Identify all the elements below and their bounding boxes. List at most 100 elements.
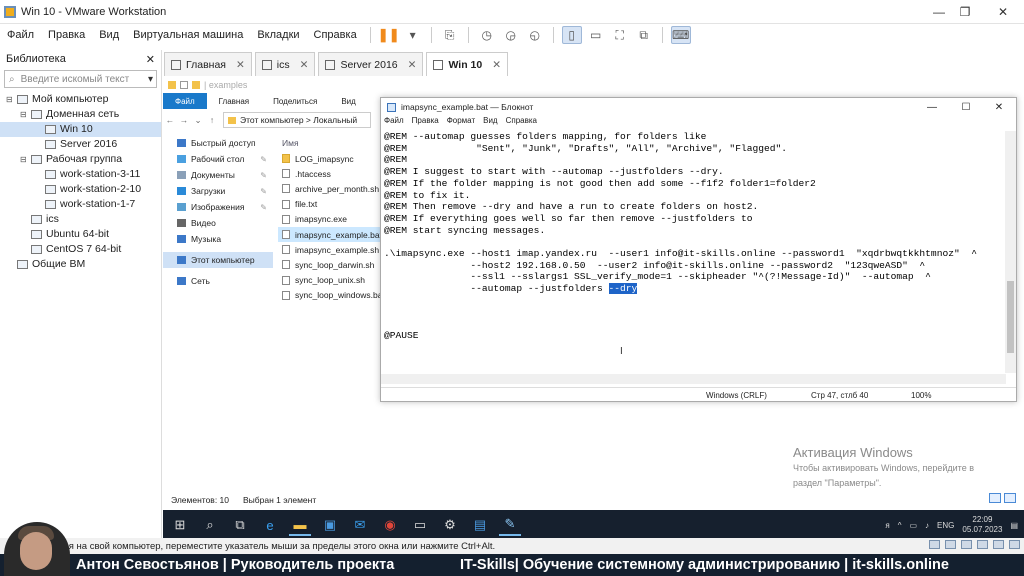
library-search-input[interactable]: ⌕ Введите искомый текст ▾	[4, 70, 157, 88]
library-close-icon[interactable]: ✕	[146, 53, 155, 66]
dropdown-arrow-icon[interactable]: ▾	[403, 26, 423, 44]
search-dropdown-icon[interactable]: ▾	[148, 74, 153, 85]
recent-dropdown-icon[interactable]: ⌄	[191, 115, 205, 126]
hdd-icon[interactable]	[929, 540, 940, 549]
unity-icon[interactable]: ⧉	[634, 26, 654, 44]
maximize-button[interactable]: ❐	[948, 0, 982, 24]
pin-icon[interactable]: ✎	[260, 203, 267, 212]
tree-node[interactable]: Server 2016	[0, 137, 161, 152]
thumbnail-view-icon[interactable]: ▭	[586, 26, 606, 44]
tree-node[interactable]: ⊟ Мой компьютер	[0, 92, 161, 107]
send-ctrl-alt-del-icon[interactable]: ⎘	[440, 26, 460, 44]
menu-vm[interactable]: Виртуальная машина	[126, 29, 250, 41]
file-row[interactable]: sync_loop_darwin.sh	[278, 257, 388, 272]
file-row[interactable]: .htaccess	[278, 166, 388, 181]
snapshot-manager-icon[interactable]: ◵	[525, 26, 545, 44]
nav-item[interactable]: Рабочий стол ✎	[163, 151, 273, 167]
back-arrow-icon[interactable]: ←	[163, 115, 177, 125]
notepad-text-area[interactable]: @REM --automap guesses folders mapping, …	[384, 131, 1000, 373]
expander-icon[interactable]: ⊟	[20, 152, 29, 167]
tray-chevron-icon[interactable]: ^	[898, 521, 902, 530]
ime-icon[interactable]: ᴙ	[885, 521, 889, 530]
settings-gear-icon[interactable]: ⚙	[439, 514, 461, 536]
pin-icon[interactable]: ✎	[260, 187, 267, 196]
nav-item[interactable]: Этот компьютер	[163, 252, 273, 268]
tab-home[interactable]: Главная ✕	[164, 52, 252, 76]
mail-icon[interactable]: ✉	[349, 514, 371, 536]
nav-item[interactable]: Изображения ✎	[163, 199, 273, 215]
nav-item[interactable]: Быстрый доступ	[163, 135, 273, 151]
tab-close-icon[interactable]: ✕	[492, 59, 501, 71]
sound-icon[interactable]	[993, 540, 1004, 549]
pause-icon[interactable]: ❚❚	[378, 26, 400, 44]
pin-icon[interactable]: ✎	[260, 155, 267, 164]
revert-snapshot-icon[interactable]: ◶	[501, 26, 521, 44]
notepad-maximize-button[interactable]: ☐	[951, 98, 981, 116]
guest-desktop[interactable]: | examples Файл Главная Поделиться Вид ←…	[163, 77, 1024, 538]
tab-ics[interactable]: ics ✕	[254, 52, 316, 76]
vertical-scrollbar[interactable]	[1005, 131, 1016, 373]
file-row[interactable]: LOG_imapsync	[278, 151, 388, 166]
file-row[interactable]: archive_per_month.sh	[278, 181, 388, 196]
nav-item[interactable]: Загрузки ✎	[163, 183, 273, 199]
chrome-icon[interactable]: ◉	[379, 514, 401, 536]
menu-view[interactable]: Вид	[92, 29, 126, 41]
notepad-taskbar-icon[interactable]: ✎	[499, 514, 521, 536]
tree-node[interactable]: Win 10	[0, 122, 161, 137]
notepad-menu-file[interactable]: Файл	[384, 116, 404, 129]
notifications-icon[interactable]: ▤	[1010, 521, 1018, 530]
tab-close-icon[interactable]: ✕	[300, 59, 309, 71]
details-view-icon[interactable]	[989, 493, 1001, 503]
usb-icon[interactable]	[977, 540, 988, 549]
horizontal-scrollbar[interactable]	[381, 374, 1006, 384]
expander-icon[interactable]: ⊟	[6, 92, 15, 107]
file-row[interactable]: imapsync_example.sh	[278, 242, 388, 257]
menu-file[interactable]: Файл	[0, 29, 41, 41]
address-bar[interactable]: Этот компьютер > Локальный	[223, 112, 371, 128]
nav-item[interactable]: Документы ✎	[163, 167, 273, 183]
cd-icon[interactable]	[945, 540, 956, 549]
ribbon-tab-view[interactable]: Вид	[329, 93, 367, 109]
edge-icon[interactable]: e	[259, 514, 281, 536]
tree-node[interactable]: work-station-3-11	[0, 167, 161, 182]
tree-node[interactable]: ics	[0, 212, 161, 227]
ribbon-tab-share[interactable]: Поделиться	[261, 93, 329, 109]
tab-server-2016[interactable]: Server 2016 ✕	[318, 52, 424, 76]
file-explorer-icon[interactable]: ▬	[289, 514, 311, 536]
notepad-minimize-button[interactable]: —	[917, 98, 947, 116]
nav-item[interactable]: Сеть	[163, 273, 273, 289]
console-view-icon[interactable]: ⌨	[670, 26, 691, 44]
notepad-menu-format[interactable]: Формат	[447, 116, 475, 129]
notepad-close-button[interactable]: ✕	[984, 98, 1014, 116]
volume-icon[interactable]: ♪	[925, 521, 929, 530]
ribbon-tab-file[interactable]: Файл	[163, 93, 207, 109]
large-icons-view-icon[interactable]	[1004, 493, 1016, 503]
network-adapter-icon[interactable]	[961, 540, 972, 549]
terminal-icon[interactable]: ▭	[409, 514, 431, 536]
tree-node[interactable]: ⊟ Доменная сеть	[0, 107, 161, 122]
library-view-icon[interactable]: ▯	[561, 26, 582, 44]
task-view-icon[interactable]: ⧉	[229, 514, 251, 536]
tree-node[interactable]: Ubuntu 64-bit	[0, 227, 161, 242]
store-icon[interactable]: ▣	[319, 514, 341, 536]
start-windows-icon[interactable]: ⊞	[169, 514, 191, 536]
tab-close-icon[interactable]: ✕	[236, 59, 245, 71]
nav-item[interactable]: Видео	[163, 215, 273, 231]
file-row[interactable]: imapsync.exe	[278, 212, 388, 227]
snapshot-icon[interactable]: ◷	[477, 26, 497, 44]
file-row[interactable]: sync_loop_unix.sh	[278, 273, 388, 288]
remote-desktop-icon[interactable]: ▤	[469, 514, 491, 536]
file-row[interactable]: sync_loop_windows.bat	[278, 288, 388, 303]
file-row[interactable]: imapsync_example.bat	[278, 226, 388, 243]
tree-node[interactable]: work-station-1-7	[0, 197, 161, 212]
notepad-window[interactable]: imapsync_example.bat — Блокнот — ☐ ✕ Фай…	[380, 97, 1017, 402]
column-header-name[interactable]: Имя	[278, 135, 388, 151]
notepad-menu-edit[interactable]: Правка	[412, 116, 439, 129]
ribbon-tab-home[interactable]: Главная	[207, 93, 261, 109]
close-button[interactable]: ✕	[986, 0, 1020, 24]
nav-item[interactable]: Музыка	[163, 231, 273, 247]
tab-close-icon[interactable]: ✕	[408, 59, 417, 71]
notepad-menu-help[interactable]: Справка	[506, 116, 537, 129]
up-arrow-icon[interactable]: ↑	[205, 115, 219, 125]
file-row[interactable]: file.txt	[278, 197, 388, 212]
